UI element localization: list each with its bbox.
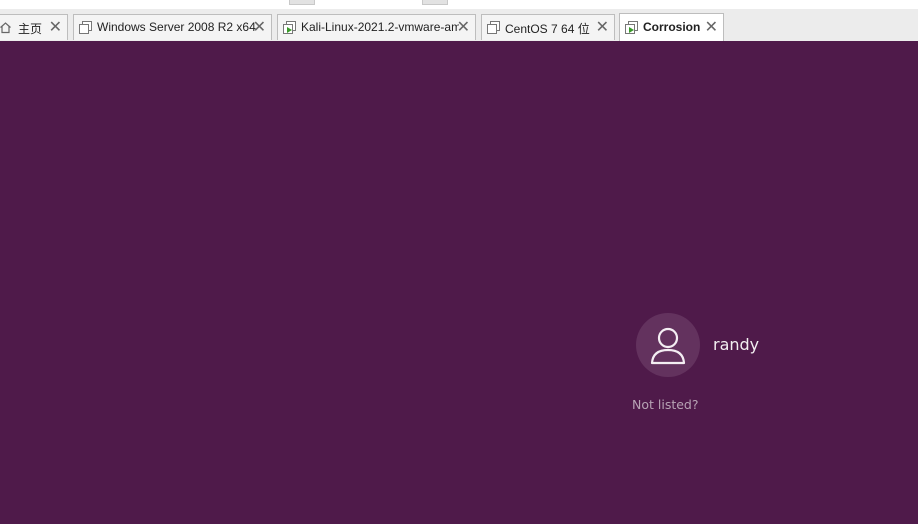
tab-label: CentOS 7 64 位 <box>505 22 590 36</box>
vm-tab-bar: 主页 ✕ Windows Server 2008 R2 x64 ✕ Kali-L… <box>0 9 918 41</box>
vm-icon <box>79 21 92 34</box>
tab-label: Kali-Linux-2021.2-vmware-am… <box>301 20 459 34</box>
tab-label: 主页 <box>18 22 43 36</box>
tab-corrosion[interactable]: Corrosion ✕ <box>619 13 724 41</box>
close-icon[interactable]: ✕ <box>49 18 62 36</box>
user-avatar[interactable] <box>636 313 700 377</box>
tab-windows-server[interactable]: Windows Server 2008 R2 x64 ✕ <box>73 14 272 40</box>
vm-icon <box>487 21 500 34</box>
login-area <box>0 41 918 524</box>
tab-home[interactable]: 主页 ✕ <box>0 14 68 40</box>
username-label[interactable]: randy <box>713 335 759 354</box>
home-icon <box>0 21 12 34</box>
close-icon[interactable]: ✕ <box>253 18 266 36</box>
vm-running-icon <box>625 21 638 34</box>
close-icon[interactable]: ✕ <box>705 18 718 36</box>
toolbar-handle-left <box>289 0 315 5</box>
user-avatar-icon <box>650 327 686 365</box>
vm-display-login-screen[interactable] <box>0 41 918 524</box>
tab-centos[interactable]: CentOS 7 64 位 ✕ <box>481 14 615 40</box>
not-listed-link[interactable]: Not listed? <box>632 397 699 412</box>
tab-label: Corrosion <box>643 20 701 34</box>
tab-kali-linux[interactable]: Kali-Linux-2021.2-vmware-am… ✕ <box>277 14 476 40</box>
close-icon[interactable]: ✕ <box>457 18 470 36</box>
toolbar-handle-right <box>422 0 448 5</box>
close-icon[interactable]: ✕ <box>596 18 609 36</box>
tab-label: Windows Server 2008 R2 x64 <box>97 20 256 34</box>
vm-running-icon <box>283 21 296 34</box>
